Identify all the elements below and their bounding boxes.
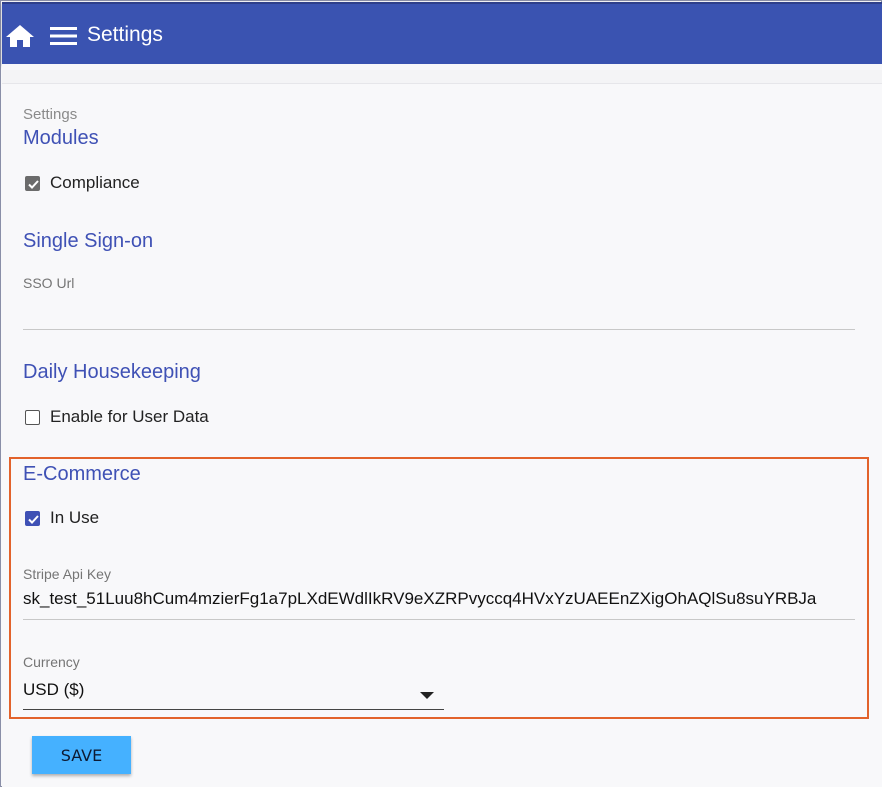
currency-select-underline [23,709,444,710]
sso-url-input[interactable] [23,301,855,325]
compliance-checkbox[interactable] [25,175,40,191]
compliance-label: Compliance [50,173,140,192]
breadcrumb: Settings [23,106,78,123]
ecommerce-heading: E-Commerce [23,463,141,485]
user-data-checkbox[interactable] [25,409,40,425]
sso-url-underline [23,329,855,330]
stripe-api-key-input[interactable]: sk_test_51Luu8hCum4mzierFg1a7pLXdEWdlIkR… [23,589,855,609]
in-use-label: In Use [50,508,100,527]
dropdown-arrow-icon[interactable] [420,692,434,699]
page-title: Settings [87,23,163,46]
content-divider [2,70,882,84]
settings-content: Settings Modules Compliance Single Sign-… [2,64,882,787]
hamburger-menu-icon[interactable] [49,25,79,47]
app-window: Settings Settings Modules Compliance Sin… [0,0,882,787]
stripe-api-key-underline [23,619,855,620]
sso-url-label: SSO Url [23,275,75,291]
user-data-checkbox-row[interactable]: Enable for User Data [25,407,209,427]
modules-heading: Modules [23,127,99,149]
in-use-checkbox[interactable] [25,510,40,526]
home-icon[interactable] [5,23,35,49]
sso-heading: Single Sign-on [23,230,154,252]
save-button[interactable]: SAVE [32,736,131,774]
user-data-label: Enable for User Data [50,407,209,426]
compliance-checkbox-row[interactable]: Compliance [25,173,140,193]
stripe-api-key-label: Stripe Api Key [23,566,111,582]
top-app-bar: Settings [2,2,882,64]
currency-select[interactable]: USD ($) [23,680,403,700]
currency-label: Currency [23,654,80,670]
in-use-checkbox-row[interactable]: In Use [25,508,99,528]
housekeeping-heading: Daily Housekeeping [23,361,201,383]
